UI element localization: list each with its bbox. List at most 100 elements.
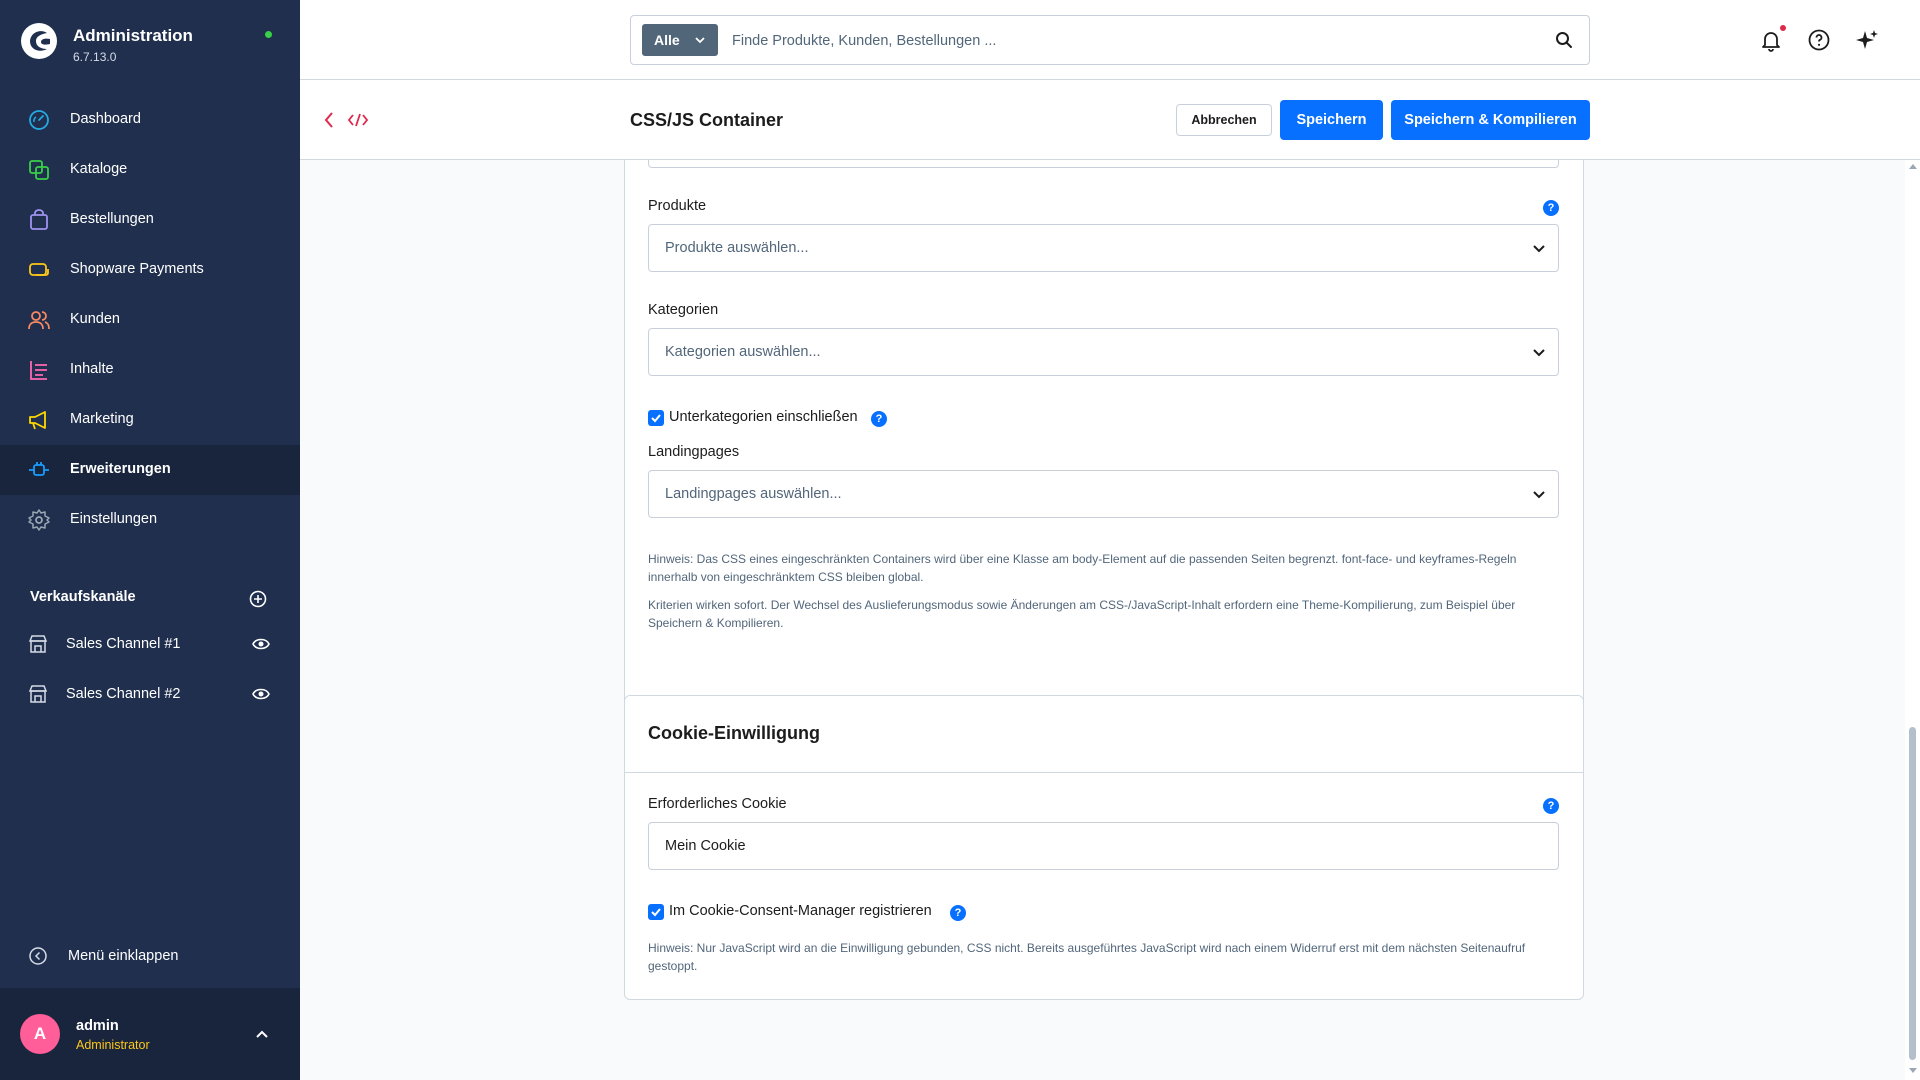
search-icon[interactable] (1555, 31, 1573, 49)
help-icon[interactable] (1807, 28, 1831, 52)
cancel-button[interactable]: Abbrechen (1176, 104, 1272, 136)
cookie-card-title: Cookie-Einwilligung (648, 723, 820, 743)
eye-icon[interactable] (252, 686, 270, 702)
card-divider (625, 772, 1583, 773)
search-type-select[interactable]: Alle (642, 24, 718, 56)
previous-field-bottom[interactable] (648, 160, 1559, 168)
sidebar-item-label: Kataloge (70, 161, 128, 177)
compile-hint-text: Kriterien wirken sofort. Der Wechsel des… (648, 598, 1516, 630)
sidebar-item-label: Inhalte (70, 361, 114, 377)
categories-select[interactable]: Kategorien auswählen... (648, 328, 1559, 376)
include-subcategories-label: Unterkategorien einschließen (669, 409, 858, 425)
save-button[interactable]: Speichern (1280, 100, 1383, 140)
landingpages-label: Landingpages (648, 444, 740, 460)
help-icon[interactable]: ? (950, 905, 966, 921)
scroll-up-arrow[interactable] (1909, 164, 1917, 169)
back-arrow-icon[interactable] (322, 110, 336, 130)
sidebar-item-shopware-payments[interactable]: Shopware Payments (0, 245, 300, 295)
sidebar-item-label: Shopware Payments (70, 261, 204, 277)
required-cookie-input[interactable]: Mein Cookie (648, 822, 1559, 870)
add-sales-channel-icon[interactable] (249, 590, 267, 608)
page-scrollbar[interactable] (1905, 160, 1920, 1080)
chevron-down-icon (1533, 245, 1545, 253)
sidebar-item-bestellungen[interactable]: Bestellungen (0, 195, 300, 245)
sidebar-item-label: Dashboard (70, 111, 141, 127)
products-icon (29, 160, 49, 180)
sidebar-item-marketing[interactable]: Marketing (0, 395, 300, 445)
gear-icon (28, 509, 50, 531)
search-input[interactable] (732, 29, 1532, 53)
sales-channel-item[interactable]: Sales Channel #1 (0, 623, 300, 667)
products-select[interactable]: Produkte auswählen... (648, 224, 1559, 272)
content-icon (30, 361, 47, 380)
chevron-down-icon (1533, 491, 1545, 499)
save-compile-button[interactable]: Speichern & Kompilieren (1391, 100, 1590, 140)
main-content: Produkte ? Produkte auswählen... Kategor… (300, 160, 1905, 1080)
scope-hint-text: Hinweis: Das CSS eines eingeschränkten C… (648, 552, 1517, 584)
products-label: Produkte (648, 198, 707, 214)
eye-icon[interactable] (252, 636, 270, 652)
cookie-hint-text: Hinweis: Nur JavaScript wird an die Einw… (648, 941, 1526, 973)
admin-sidebar: Administration 6.7.13.0 Dashboard Katalo… (0, 0, 300, 1080)
shopware-logo-icon[interactable] (20, 22, 58, 60)
landingpages-placeholder: Landingpages auswählen... (665, 486, 842, 502)
help-icon[interactable]: ? (1543, 798, 1559, 814)
sidebar-item-dashboard[interactable]: Dashboard (0, 95, 300, 145)
global-search: Alle (630, 15, 1590, 65)
notification-badge (1780, 25, 1786, 31)
user-menu[interactable]: A admin Administrator (0, 988, 300, 1080)
app-version: 6.7.13.0 (73, 50, 117, 64)
sales-channel-label: Sales Channel #2 (66, 686, 181, 702)
include-subcategories-checkbox[interactable] (648, 410, 664, 426)
sparkle-icon[interactable] (1855, 28, 1879, 52)
plug-icon (29, 462, 49, 476)
checkmark-icon (651, 908, 661, 917)
help-icon[interactable]: ? (1543, 200, 1559, 216)
required-cookie-label: Erforderliches Cookie (648, 796, 787, 812)
checkmark-icon (651, 414, 661, 423)
register-consent-label: Im Cookie-Consent-Manager registrieren (669, 903, 932, 919)
scroll-down-arrow[interactable] (1909, 1068, 1917, 1073)
collapse-menu-button[interactable]: Menü einklappen (28, 944, 268, 968)
sidebar-item-inhalte[interactable]: Inhalte (0, 345, 300, 395)
products-placeholder: Produkte auswählen... (665, 240, 809, 256)
chevron-left-circle-icon (29, 947, 47, 965)
user-name: admin (76, 1018, 119, 1034)
sidebar-item-kataloge[interactable]: Kataloge (0, 145, 300, 195)
chevron-up-icon[interactable] (254, 1026, 270, 1042)
sidebar-item-label: Erweiterungen (70, 461, 171, 477)
user-role: Administrator (76, 1038, 150, 1052)
code-icon (348, 113, 368, 127)
sales-channels-title: Verkaufskanäle (30, 589, 136, 605)
page-title: CSS/JS Container (630, 110, 784, 130)
help-icon[interactable]: ? (871, 411, 887, 427)
categories-placeholder: Kategorien auswählen... (665, 344, 821, 360)
search-type-label: Alle (654, 32, 680, 48)
sidebar-item-label: Marketing (70, 411, 134, 427)
storefront-icon (28, 685, 48, 703)
sales-channel-label: Sales Channel #1 (66, 636, 181, 652)
chevron-down-icon (695, 37, 705, 44)
avatar: A (20, 1014, 60, 1054)
online-status-dot (265, 31, 272, 38)
bell-icon[interactable] (1759, 28, 1783, 52)
gauge-icon (29, 110, 49, 130)
sidebar-item-label: Kunden (70, 311, 120, 327)
sales-channel-item[interactable]: Sales Channel #2 (0, 673, 300, 717)
chevron-down-icon (1533, 349, 1545, 357)
storefront-icon (28, 635, 48, 653)
categories-label: Kategorien (648, 302, 719, 318)
smart-bar: CSS/JS Container Abbrechen Speichern Spe… (300, 80, 1920, 160)
sidebar-header: Administration 6.7.13.0 (0, 0, 300, 86)
cookie-consent-card: Cookie-Einwilligung Erforderliches Cooki… (624, 695, 1584, 1000)
sidebar-item-einstellungen[interactable]: Einstellungen (0, 495, 300, 545)
users-icon (28, 311, 50, 330)
payment-icon (29, 263, 49, 276)
sidebar-item-erweiterungen[interactable]: Erweiterungen (0, 445, 300, 495)
required-cookie-value: Mein Cookie (665, 838, 746, 854)
app-title: Administration (73, 26, 193, 45)
scroll-thumb[interactable] (1909, 727, 1916, 1060)
sidebar-item-kunden[interactable]: Kunden (0, 295, 300, 345)
landingpages-select[interactable]: Landingpages auswählen... (648, 470, 1559, 518)
register-consent-checkbox[interactable] (648, 904, 664, 920)
